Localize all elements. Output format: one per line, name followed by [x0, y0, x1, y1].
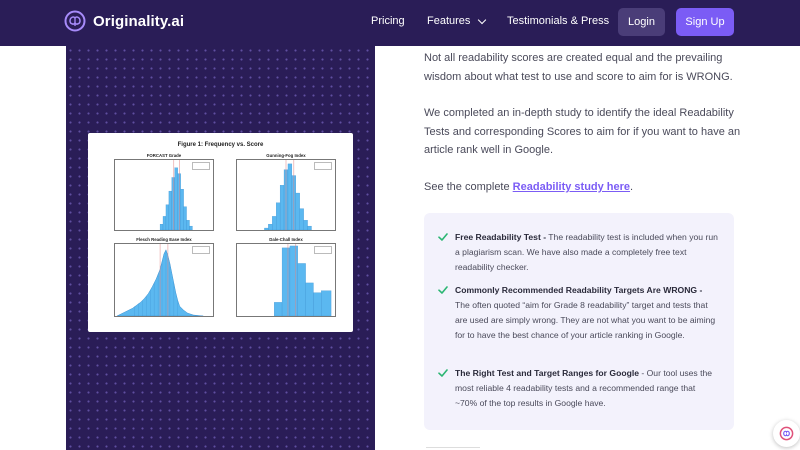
feature-item: Free Readability Test - The readability …	[438, 230, 718, 275]
readability-study-link[interactable]: Readability study here	[513, 181, 630, 193]
feature-title: The Right Test and Target Ranges for Goo…	[455, 368, 639, 378]
brain-icon	[64, 10, 86, 32]
feature-text: The often quoted “aim for Grade 8 readab…	[455, 300, 716, 340]
intro-paragraph: Not all readability scores are created e…	[424, 52, 733, 83]
brand-name: Originality.ai	[93, 12, 185, 30]
brain-icon	[779, 426, 794, 441]
figure-title: Figure 1: Frequency vs. Score	[177, 142, 264, 148]
study-link-prefix: See the complete	[424, 181, 513, 193]
nav-link-pricing[interactable]: Pricing	[371, 15, 405, 27]
subplot-legend	[192, 162, 210, 170]
readability-figure: Figure 1: Frequency vs. Score FORCAST Gr…	[88, 133, 353, 332]
subplot-title-dale-chall: Dale-Chall Index	[269, 237, 303, 242]
subplot-legend	[314, 246, 332, 254]
signup-button[interactable]: Sign Up	[676, 8, 734, 36]
feature-title: Free Readability Test -	[455, 232, 547, 242]
nav-link-testimonials[interactable]: Testimonials & Press	[507, 15, 609, 27]
check-icon	[438, 233, 448, 241]
subplot-forcast	[114, 159, 214, 231]
subplot-flesch	[114, 243, 214, 317]
study-link-paragraph: See the complete Readability study here.	[424, 178, 744, 197]
subplot-legend	[314, 162, 332, 170]
study-link-suffix: .	[630, 181, 634, 193]
check-icon	[438, 369, 448, 377]
login-button[interactable]: Login	[618, 8, 665, 36]
nav-link-features-label: Features	[427, 15, 471, 27]
subplot-title-flesch: Flesch Reading Ease Index	[136, 237, 192, 242]
subplot-gunning-fog	[236, 159, 336, 231]
subplot-title-forcast: FORCAST Grade	[146, 153, 182, 158]
feature-list-box: Free Readability Test - The readability …	[424, 213, 734, 430]
brand-logo[interactable]: Originality.ai	[64, 10, 184, 32]
nav-link-features[interactable]: Features	[427, 15, 487, 27]
study-paragraph: We completed an in-depth study to identi…	[424, 107, 741, 156]
chat-widget-button[interactable]	[773, 420, 800, 447]
check-icon	[438, 286, 448, 294]
subplot-legend	[192, 246, 210, 254]
feature-item: Commonly Recommended Readability Targets…	[438, 283, 718, 343]
subplot-dale-chall	[236, 243, 336, 317]
subplot-title-gunning-fog: Gunning-Fog Index	[266, 153, 306, 158]
top-nav: Originality.ai Pricing Features Testimon…	[0, 0, 800, 46]
feature-title: Commonly Recommended Readability Targets…	[455, 285, 703, 295]
feature-item: The Right Test and Target Ranges for Goo…	[438, 366, 718, 411]
chevron-down-icon	[478, 15, 487, 24]
